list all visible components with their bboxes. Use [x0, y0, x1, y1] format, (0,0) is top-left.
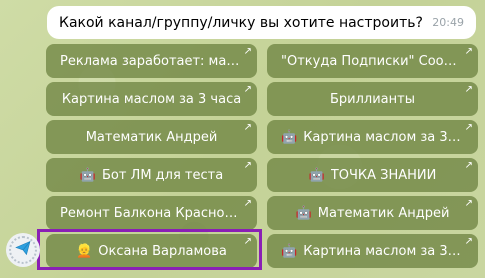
keyboard-button[interactable]: 🤖 ТОЧКА ЗНАНИЙ ↗ [267, 158, 478, 192]
robot-icon: 🤖 [308, 167, 325, 183]
paper-plane-icon [15, 240, 31, 260]
robot-icon: 🤖 [281, 129, 298, 145]
arrow-icon: ↗ [243, 46, 252, 57]
keyboard-button[interactable]: Ремонт Балкона Краснодар ... ↗ [46, 196, 257, 230]
button-label: Математик Андрей [85, 129, 218, 145]
arrow-icon: ↗ [464, 198, 473, 209]
bot-message: Какой канал/группу/личку вы хотите настр… [47, 6, 476, 39]
button-label: Бот ЛМ для теста [101, 167, 224, 183]
arrow-icon: ↗ [464, 122, 473, 133]
bot-avatar[interactable] [6, 233, 40, 267]
robot-icon: 🤖 [295, 205, 312, 221]
button-label: Картина маслом за 3 ч... [303, 129, 464, 145]
arrow-icon: ↗ [464, 46, 473, 57]
button-label: Математик Андрей [317, 205, 450, 221]
message-text: Какой канал/группу/личку вы хотите настр… [59, 14, 423, 31]
message-time: 20:49 [432, 16, 464, 29]
arrow-icon: ↗ [243, 84, 252, 95]
arrow-icon: ↗ [243, 198, 252, 209]
keyboard-button[interactable]: 🤖 Бот ЛМ для теста ↗ [46, 158, 257, 192]
keyboard-button[interactable]: Математик Андрей ↗ [46, 120, 257, 154]
button-label: Картина маслом за 3 часа [303, 243, 464, 259]
arrow-icon: ↗ [243, 122, 252, 133]
button-label: Бриллианты [330, 91, 415, 107]
keyboard-button[interactable]: 🤖 Картина маслом за 3 ч... ↗ [267, 120, 478, 154]
button-label: Картина маслом за 3 часа [61, 91, 242, 107]
button-label: Ремонт Балкона Краснодар ... [60, 205, 243, 221]
selection-highlight [37, 229, 262, 270]
keyboard-button[interactable]: Картина маслом за 3 часа ↗ [46, 82, 257, 116]
keyboard-button[interactable]: Реклама заработает: марке... ↗ [46, 44, 257, 78]
button-label: "Откуда Подписки" Сообще... [281, 53, 464, 69]
arrow-icon: ↗ [464, 84, 473, 95]
keyboard-button[interactable]: Бриллианты ↗ [267, 82, 478, 116]
arrow-icon: ↗ [464, 236, 473, 247]
arrow-icon: ↗ [464, 160, 473, 171]
button-label: Реклама заработает: марке... [60, 53, 243, 69]
button-label: ТОЧКА ЗНАНИЙ [330, 167, 437, 183]
arrow-icon: ↗ [243, 160, 252, 171]
keyboard-button[interactable]: "Откуда Подписки" Сообще... ↗ [267, 44, 478, 78]
robot-icon: 🤖 [79, 167, 96, 183]
robot-icon: 🤖 [281, 243, 298, 259]
keyboard-button[interactable]: 🤖 Математик Андрей ↗ [267, 196, 478, 230]
keyboard-button[interactable]: 🤖 Картина маслом за 3 часа ↗ [267, 234, 478, 268]
